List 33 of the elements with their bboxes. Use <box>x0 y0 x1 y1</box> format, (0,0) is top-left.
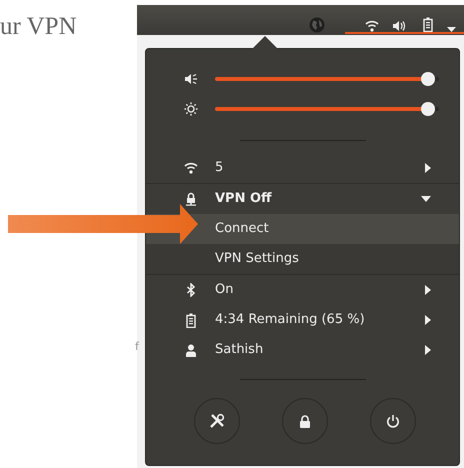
text-fragment: f <box>135 341 139 352</box>
battery-icon <box>186 312 196 328</box>
lock-icon <box>185 192 197 206</box>
power-icon <box>386 414 400 428</box>
menu-item[interactable]: On <box>146 275 459 305</box>
settings-icon <box>209 413 225 429</box>
submenu-arrow-icon <box>425 314 431 325</box>
page-heading: ur VPN <box>0 14 77 39</box>
caret-icon <box>421 196 431 202</box>
volume-icon <box>184 73 198 85</box>
battery-icon[interactable] <box>423 17 433 32</box>
menu-item[interactable]: Sathish <box>146 335 459 365</box>
submenu-arrow-icon <box>425 284 431 295</box>
menu-item[interactable]: 4:34 Remaining (65 %) <box>146 305 459 335</box>
power-button[interactable] <box>370 398 416 444</box>
submenu-arrow-icon <box>425 162 431 173</box>
volume-icon[interactable] <box>392 20 406 32</box>
menu-item[interactable]: VPN Off <box>146 184 459 214</box>
submenu-item[interactable]: Connect <box>146 214 459 244</box>
menu-item[interactable]: 5 <box>146 153 459 183</box>
submenu-arrow-icon <box>425 344 431 355</box>
slider[interactable] <box>215 102 439 116</box>
brightness-icon <box>184 102 198 116</box>
lock-icon <box>299 414 311 428</box>
wifi-icon <box>184 162 198 174</box>
person-icon <box>185 344 197 356</box>
slider-thumb[interactable] <box>420 102 435 116</box>
wifi-icon[interactable] <box>365 20 379 32</box>
slider[interactable] <box>215 72 439 86</box>
slider-thumb[interactable] <box>420 72 435 86</box>
lock-button[interactable] <box>282 398 328 444</box>
settings-button[interactable] <box>194 398 240 444</box>
bluetooth-icon <box>186 283 196 297</box>
